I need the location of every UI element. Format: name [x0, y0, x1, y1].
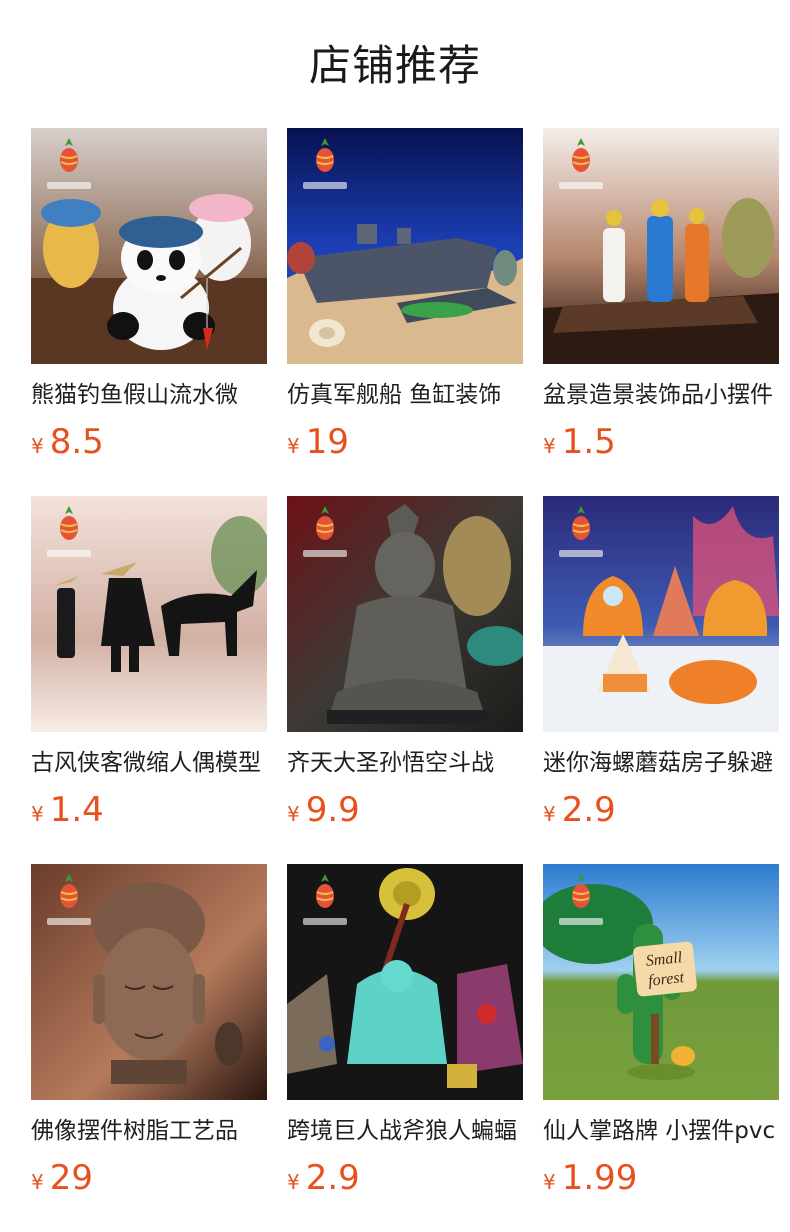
product-card[interactable]: 佛像摆件树脂工艺品 ¥29 — [31, 864, 267, 1232]
product-name[interactable]: 仿真军舰船 鱼缸装饰 — [287, 380, 523, 410]
product-card[interactable]: 古风侠客微缩人偶模型 ¥1.4 — [31, 496, 267, 864]
shop-logo-icon — [553, 136, 609, 194]
product-price: ¥2.9 — [287, 1158, 523, 1198]
shop-logo-icon — [553, 504, 609, 562]
product-price: ¥8.5 — [31, 422, 267, 462]
product-price: ¥9.9 — [287, 790, 523, 830]
product-price: ¥19 — [287, 422, 523, 462]
shop-logo-icon — [297, 872, 353, 930]
product-price: ¥1.5 — [543, 422, 779, 462]
product-image[interactable]: Small forest — [543, 864, 779, 1100]
shop-logo-icon — [41, 872, 97, 930]
product-name[interactable]: 佛像摆件树脂工艺品 — [31, 1116, 267, 1146]
currency-symbol: ¥ — [31, 434, 44, 458]
product-price: ¥2.9 — [543, 790, 779, 830]
price-amount: 1.99 — [561, 1158, 638, 1198]
product-card[interactable]: 熊猫钓鱼假山流水微 ¥8.5 — [31, 128, 267, 496]
product-image[interactable] — [287, 128, 523, 364]
product-price: ¥1.99 — [543, 1158, 779, 1198]
shop-logo-icon — [297, 136, 353, 194]
product-image[interactable] — [543, 128, 779, 364]
shop-logo-icon — [41, 136, 97, 194]
currency-symbol: ¥ — [287, 1170, 300, 1194]
product-card[interactable]: 齐天大圣孙悟空斗战 ¥9.9 — [287, 496, 523, 864]
product-price: ¥29 — [31, 1158, 267, 1198]
product-price: ¥1.4 — [31, 790, 267, 830]
product-card[interactable]: 跨境巨人战斧狼人蝙蝠 ¥2.9 — [287, 864, 523, 1232]
price-amount: 1.5 — [561, 422, 616, 462]
price-amount: 19 — [305, 422, 349, 462]
price-amount: 9.9 — [305, 790, 360, 830]
product-card[interactable]: Small forest 仙人掌路牌 小摆件pvc ¥1.99 — [543, 864, 779, 1232]
product-image[interactable] — [31, 864, 267, 1100]
product-name[interactable]: 仙人掌路牌 小摆件pvc — [543, 1116, 779, 1146]
product-grid: 熊猫钓鱼假山流水微 ¥8.5 仿真军舰船 鱼缸装饰 ¥ 19 盆景造景装饰品小摆… — [31, 128, 790, 1232]
product-image[interactable] — [31, 128, 267, 364]
product-name[interactable]: 迷你海螺蘑菇房子躲避 — [543, 748, 779, 778]
product-name[interactable]: 古风侠客微缩人偶模型 — [31, 748, 267, 778]
product-name[interactable]: 盆景造景装饰品小摆件 — [543, 380, 779, 410]
price-amount: 29 — [49, 1158, 93, 1198]
currency-symbol: ¥ — [543, 434, 556, 458]
product-name[interactable]: 齐天大圣孙悟空斗战 — [287, 748, 523, 778]
price-amount: 1.4 — [49, 790, 104, 830]
product-image[interactable] — [31, 496, 267, 732]
shop-logo-icon — [297, 504, 353, 562]
product-image[interactable] — [543, 496, 779, 732]
product-image[interactable] — [287, 864, 523, 1100]
currency-symbol: ¥ — [543, 1170, 556, 1194]
product-card[interactable]: 仿真军舰船 鱼缸装饰 ¥19 — [287, 128, 523, 496]
product-name[interactable]: 熊猫钓鱼假山流水微 — [31, 380, 267, 410]
currency-symbol: ¥ — [543, 802, 556, 826]
price-amount: 8.5 — [49, 422, 104, 462]
currency-symbol: ¥ — [31, 802, 44, 826]
currency-symbol: ¥ — [287, 434, 300, 458]
price-amount: 2.9 — [561, 790, 616, 830]
price-amount: 2.9 — [305, 1158, 360, 1198]
currency-symbol: ¥ — [31, 1170, 44, 1194]
page-title: 店铺推荐 — [308, 41, 481, 90]
product-card[interactable]: 迷你海螺蘑菇房子躲避 ¥2.9 — [543, 496, 779, 864]
product-card[interactable]: 盆景造景装饰品小摆件 ¥1.5 — [543, 128, 779, 496]
product-name[interactable]: 跨境巨人战斧狼人蝙蝠 — [287, 1116, 523, 1146]
currency-symbol: ¥ — [287, 802, 300, 826]
shop-logo-icon — [553, 872, 609, 930]
product-image[interactable] — [287, 496, 523, 732]
shop-logo-icon — [41, 504, 97, 562]
